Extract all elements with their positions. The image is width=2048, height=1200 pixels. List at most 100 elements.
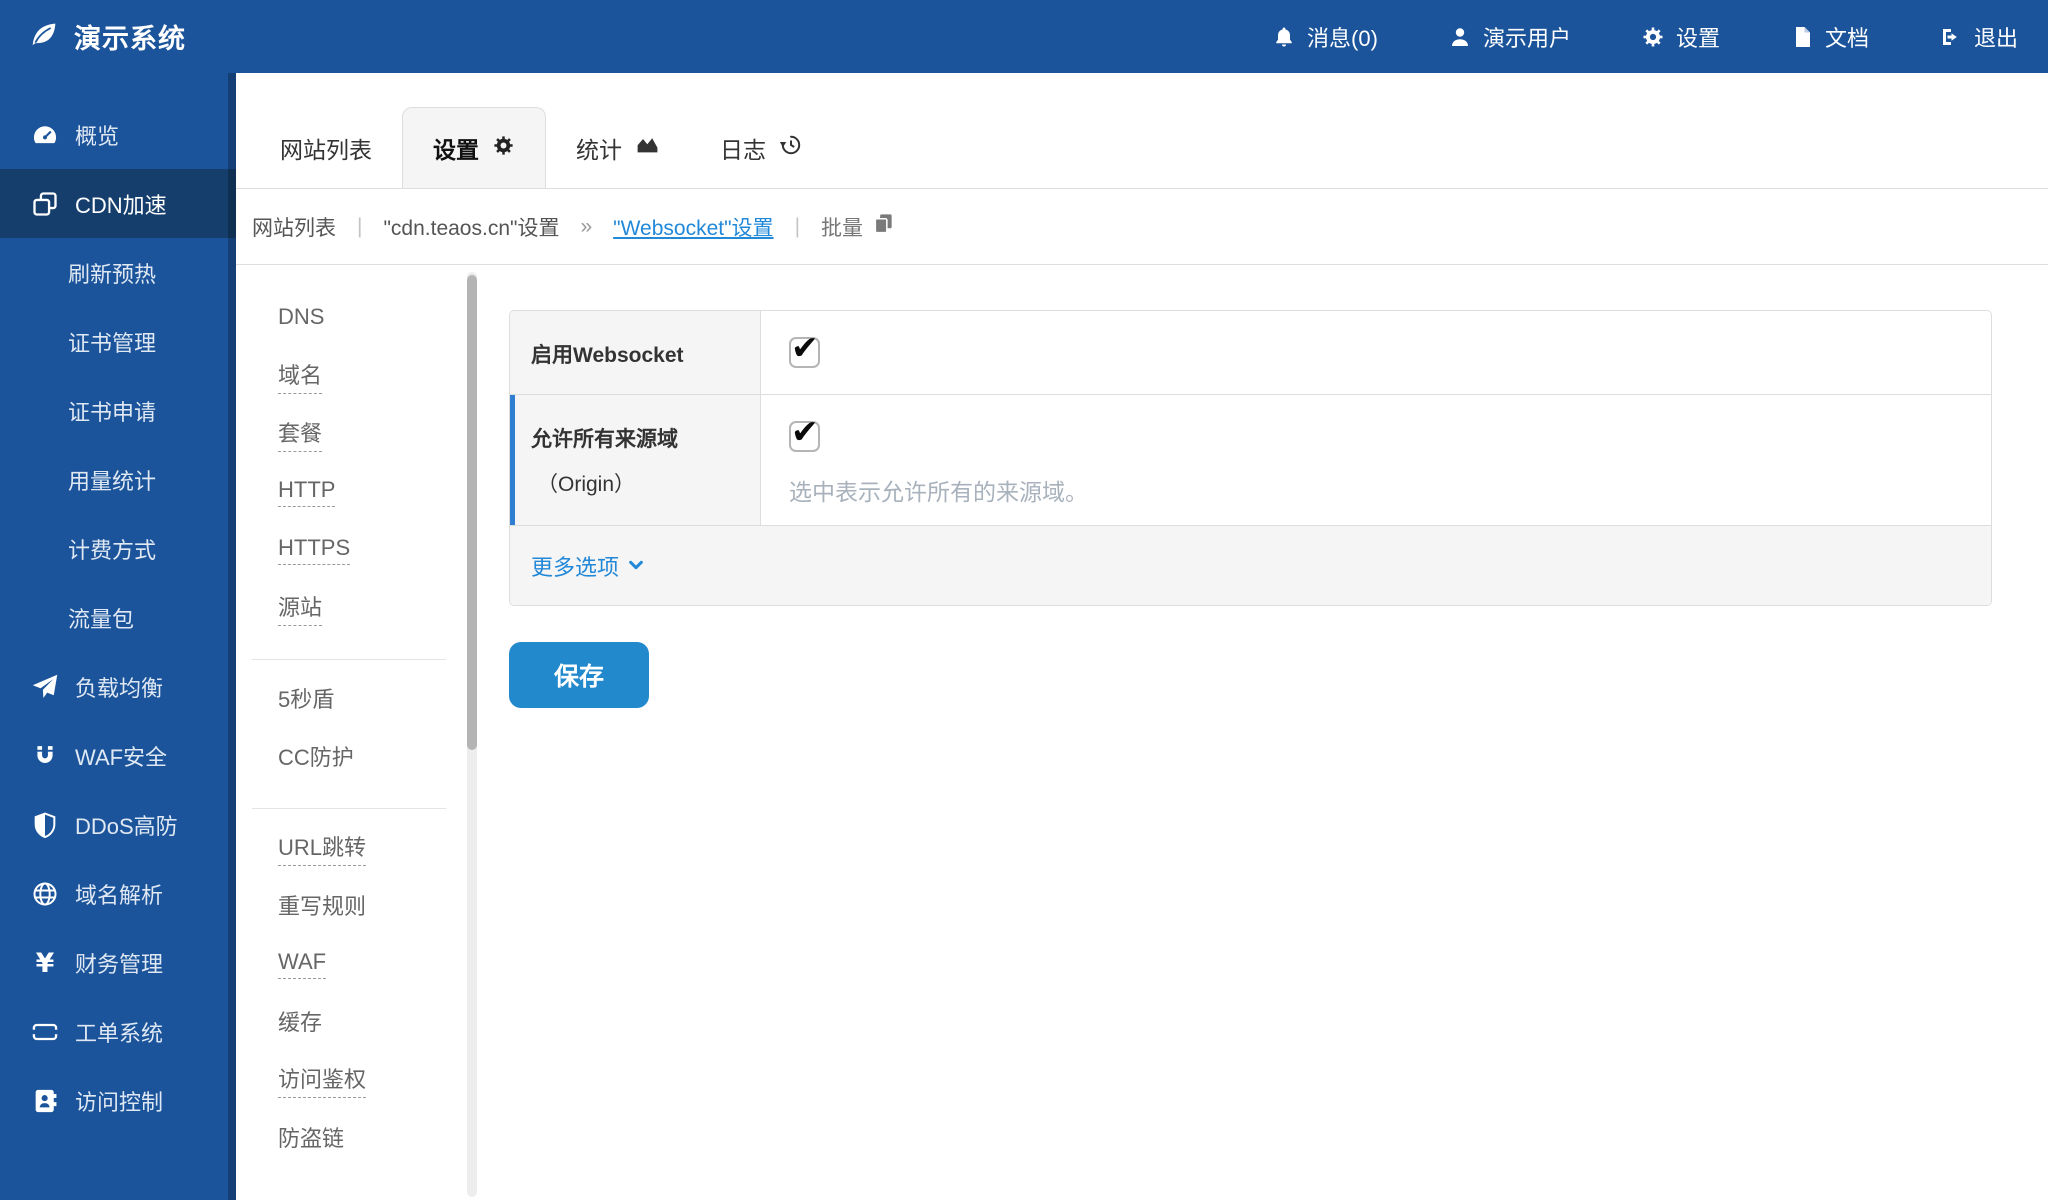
sidebar-item-cert-manage[interactable]: 证书管理 — [0, 307, 236, 376]
sidebar-item-label: DDoS高防 — [75, 809, 178, 841]
tab-label: 网站列表 — [280, 131, 372, 165]
row-sublabel: （Origin） — [531, 468, 746, 498]
tab-statistics[interactable]: 统计 — [546, 107, 690, 188]
submenu-item-url-redirect[interactable]: URL跳转 — [278, 819, 483, 877]
sidebar-item-label: 域名解析 — [75, 878, 163, 910]
tab-label: 设置 — [433, 131, 479, 165]
table-footer: 更多选项 — [510, 526, 1991, 605]
breadcrumb-site-list[interactable]: 网站列表 — [252, 212, 336, 242]
topbar: 演示系统 消息(0) 演示用户 设置 文档 — [0, 0, 2048, 73]
magnet-icon — [30, 742, 60, 770]
tab-settings[interactable]: 设置 — [402, 107, 546, 188]
leaf-icon — [28, 18, 60, 55]
sidebar-item-refresh-preheat[interactable]: 刷新预热 — [0, 238, 236, 307]
submenu-item-https[interactable]: HTTPS — [278, 521, 483, 579]
batch-label: 批量 — [821, 212, 863, 242]
row-allow-all-origins: 允许所有来源域 （Origin） ✔ 选中表示允许所有的来源域。 — [510, 395, 1991, 526]
save-button[interactable]: 保存 — [509, 642, 649, 708]
sidebar-item-cdn[interactable]: CDN加速 — [0, 169, 236, 238]
sidebar-item-usage-stats[interactable]: 用量统计 — [0, 445, 236, 514]
sidebar-item-access-control[interactable]: 访问控制 — [0, 1066, 236, 1135]
svg-text:¥: ¥ — [36, 949, 55, 977]
sidebar-item-label: 证书申请 — [68, 395, 156, 427]
breadcrumb-batch[interactable]: 批量 — [821, 212, 895, 242]
submenu-item-cc-protect[interactable]: CC防护 — [278, 728, 483, 786]
address-book-icon — [30, 1087, 60, 1115]
sidebar-item-label: WAF安全 — [75, 740, 167, 772]
enable-websocket-checkbox[interactable]: ✔ — [789, 337, 820, 368]
sidebar-item-tickets[interactable]: 工单系统 — [0, 997, 236, 1066]
breadcrumb-current-websocket[interactable]: "Websocket"设置 — [613, 212, 773, 242]
sidebar-item-finance[interactable]: ¥ 财务管理 — [0, 928, 236, 997]
brand[interactable]: 演示系统 — [28, 17, 186, 56]
submenu-item-origin[interactable]: 源站 — [278, 579, 483, 637]
topnav-docs[interactable]: 文档 — [1790, 21, 1869, 53]
submenu-item-hotlink-protect[interactable]: 防盗链 — [278, 1109, 483, 1167]
submenu-divider — [252, 808, 446, 809]
sidebar-item-label: 用量统计 — [68, 464, 156, 496]
clone-icon — [30, 190, 60, 218]
tab-site-list[interactable]: 网站列表 — [250, 107, 402, 188]
topnav-messages-label: 消息(0) — [1307, 21, 1378, 53]
settings-submenu: DNS 域名 套餐 HTTP HTTPS 源站 5秒盾 CC防护 URL跳转 重… — [236, 265, 483, 1199]
sidebar-item-cert-apply[interactable]: 证书申请 — [0, 376, 236, 445]
row-value: ✔ — [761, 311, 1991, 394]
user-icon — [1448, 25, 1472, 49]
submenu-divider — [252, 659, 446, 660]
tab-logs[interactable]: 日志 — [690, 107, 833, 188]
sidebar-item-label: 负载均衡 — [75, 671, 163, 703]
sidebar-item-overview[interactable]: 概览 — [0, 100, 236, 169]
sidebar-item-dns-resolve[interactable]: 域名解析 — [0, 859, 236, 928]
sidebar-item-label: 刷新预热 — [68, 257, 156, 289]
chart-area-icon — [635, 132, 660, 163]
help-text: 选中表示允许所有的来源域。 — [789, 473, 1991, 507]
submenu-item-access-auth[interactable]: 访问鉴权 — [278, 1051, 483, 1109]
sidebar-item-billing-method[interactable]: 计费方式 — [0, 514, 236, 583]
sign-out-icon — [1939, 25, 1963, 49]
submenu-item-5s-shield[interactable]: 5秒盾 — [278, 670, 483, 728]
sidebar-item-waf[interactable]: WAF安全 — [0, 721, 236, 790]
sidebar-item-ddos[interactable]: DDoS高防 — [0, 790, 236, 859]
topnav-logout[interactable]: 退出 — [1939, 21, 2018, 53]
topnav-settings[interactable]: 设置 — [1641, 21, 1720, 53]
submenu-scrollbar-thumb[interactable] — [467, 275, 477, 750]
chevron-down-icon — [628, 553, 644, 579]
sidebar-item-traffic-pack[interactable]: 流量包 — [0, 583, 236, 652]
tab-bar: 网站列表 设置 统计 日志 — [236, 73, 2048, 189]
breadcrumb-separator: | — [357, 215, 362, 239]
topnav-user[interactable]: 演示用户 — [1448, 21, 1571, 53]
submenu-item-cache[interactable]: 缓存 — [278, 993, 483, 1051]
row-label: 允许所有来源域 （Origin） — [510, 395, 761, 525]
allow-all-origins-checkbox[interactable]: ✔ — [789, 421, 820, 452]
more-options-link[interactable]: 更多选项 — [531, 550, 644, 582]
topnav-settings-label: 设置 — [1676, 21, 1720, 53]
sidebar-item-label: 流量包 — [68, 602, 134, 634]
sidebar-item-load-balance[interactable]: 负载均衡 — [0, 652, 236, 721]
topnav-messages[interactable]: 消息(0) — [1272, 21, 1378, 53]
row-value: ✔ 选中表示允许所有的来源域。 — [761, 395, 1991, 525]
tab-label: 日志 — [720, 131, 766, 165]
submenu-item-rewrite-rules[interactable]: 重写规则 — [278, 877, 483, 935]
history-icon — [779, 133, 803, 163]
submenu-item-domain[interactable]: 域名 — [278, 347, 483, 405]
yen-icon: ¥ — [30, 949, 60, 977]
document-icon — [1790, 25, 1814, 49]
submenu-item-waf[interactable]: WAF — [278, 935, 483, 993]
paper-plane-icon — [30, 673, 60, 701]
shield-icon — [30, 811, 60, 839]
breadcrumb: 网站列表 | "cdn.teaos.cn"设置 » "Websocket"设置 … — [236, 189, 2048, 265]
sidebar-item-label: 证书管理 — [68, 326, 156, 358]
row-label: 启用Websocket — [510, 311, 761, 394]
breadcrumb-site-settings[interactable]: "cdn.teaos.cn"设置 — [383, 212, 559, 242]
topnav-logout-label: 退出 — [1974, 21, 2018, 53]
submenu-item-plan[interactable]: 套餐 — [278, 405, 483, 463]
sidebar: 概览 CDN加速 刷新预热 证书管理 证书申请 用量统计 计费方式 流量包 负载… — [0, 73, 236, 1200]
check-icon: ✔ — [791, 328, 819, 367]
submenu-scrollbar-track[interactable] — [467, 272, 477, 1197]
gauge-icon — [30, 121, 60, 149]
brand-title: 演示系统 — [74, 17, 186, 56]
globe-icon — [30, 880, 60, 908]
submenu-item-http[interactable]: HTTP — [278, 463, 483, 521]
submenu-item-dns[interactable]: DNS — [278, 289, 483, 347]
sidebar-item-label: 概览 — [75, 119, 119, 151]
